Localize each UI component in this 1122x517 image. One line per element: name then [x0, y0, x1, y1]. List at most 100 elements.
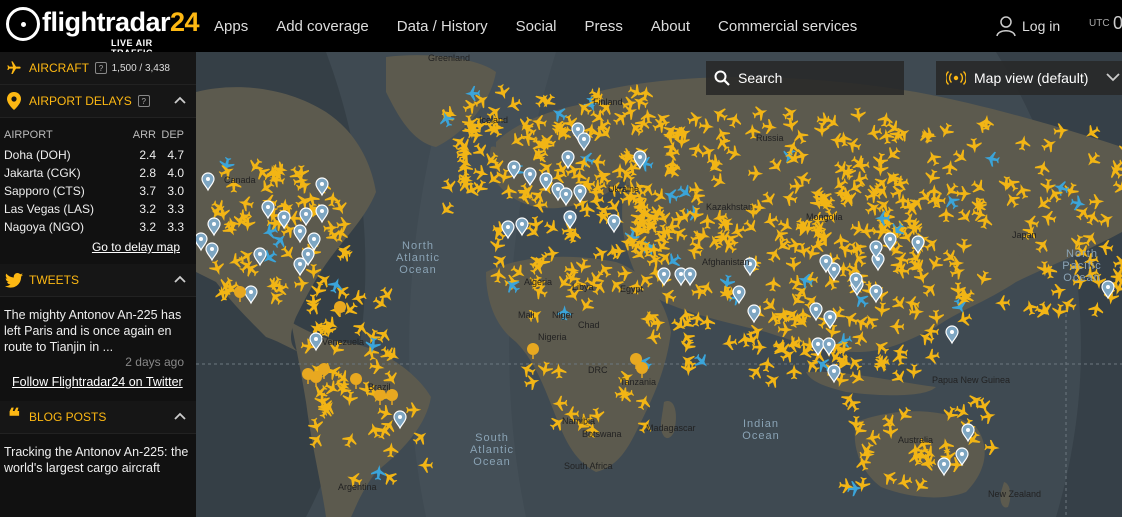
logo-number: 24	[170, 7, 200, 37]
map-label-brazil: Brazil	[368, 382, 391, 392]
nav-social[interactable]: Social	[502, 18, 571, 35]
radar-logo-icon	[6, 7, 40, 41]
aircraft-section-header[interactable]: AIRCRAFT ? 1,500 / 3,438	[0, 52, 196, 85]
col-arr: ARR	[132, 129, 156, 141]
login-button[interactable]: Log in	[996, 0, 1060, 52]
ocean-label-south-atlantic: South Atlantic Ocean	[469, 432, 515, 468]
ocean-label-indian: Indian Ocean	[742, 418, 780, 442]
utc-label: UTC	[1089, 18, 1110, 29]
login-label: Log in	[1022, 18, 1061, 34]
nav-apps[interactable]: Apps	[200, 18, 262, 35]
dep-value: 3.3	[167, 220, 184, 234]
map-label-namibia: Namibia	[562, 416, 596, 426]
flightradar24-logo[interactable]: flightradar24 LIVE AIR TRAFFIC	[6, 5, 200, 58]
map-label-libya: Libya	[572, 282, 594, 292]
blog-post-text[interactable]: Tracking the Antonov An-225: the world's…	[0, 434, 196, 476]
map-label-mongolia: Mongolia	[806, 212, 843, 222]
map-label-iceland: Iceland	[479, 115, 509, 125]
arr-value: 3.7	[139, 184, 156, 198]
map-label-japan: Japan	[1012, 230, 1037, 240]
dep-value: 3.3	[167, 202, 184, 216]
map-label-algeria: Algeria	[524, 277, 553, 287]
help-icon[interactable]: ?	[137, 95, 150, 107]
quote-icon: ❝	[8, 404, 20, 429]
map-label-australia: Australia	[898, 435, 934, 445]
tweet-text[interactable]: The mighty Antonov An-225 has left Paris…	[0, 297, 196, 355]
blog-posts-header[interactable]: ❝ BLOG POSTS	[0, 401, 196, 434]
nav-press[interactable]: Press	[571, 18, 637, 35]
map-label-greenland: Greenland	[428, 53, 471, 63]
search-placeholder: Search	[738, 70, 783, 86]
search-icon	[714, 70, 730, 86]
map-label-niger: Niger	[552, 310, 574, 320]
map-label-new-zealand: New Zealand	[988, 489, 1042, 499]
top-navigation-bar: flightradar24 LIVE AIR TRAFFIC Apps Add …	[0, 0, 1122, 58]
table-row[interactable]: Nagoya (NGO) 3.2 3.3	[4, 218, 192, 236]
table-row[interactable]: Jakarta (CGK) 2.8 4.0	[4, 164, 192, 182]
table-row[interactable]: Doha (DOH) 2.4 4.7	[4, 146, 192, 164]
utc-clock: 0	[1113, 13, 1122, 33]
aircraft-count: 1,500 / 3,438	[111, 62, 170, 74]
tweets-title: TWEETS	[29, 273, 79, 287]
nav-commercial-services[interactable]: Commercial services	[704, 18, 871, 35]
dep-value: 4.7	[167, 148, 184, 162]
aircraft-title: AIRCRAFT	[29, 61, 89, 75]
table-row[interactable]: Sapporo (CTS) 3.7 3.0	[4, 182, 192, 200]
chevron-down-icon	[1106, 73, 1120, 82]
arr-value: 2.4	[139, 148, 156, 162]
chevron-up-icon[interactable]	[174, 96, 186, 104]
airport-name: Doha (DOH)	[4, 148, 71, 162]
tweet-timestamp: 2 days ago	[125, 355, 184, 369]
ocean-label-north-pacific: North Pacific Ocean	[1062, 248, 1102, 284]
airport-delays-header[interactable]: AIRPORT DELAYS ?	[0, 85, 196, 118]
map-label-botswana: Botswana	[582, 429, 622, 439]
arr-value: 3.2	[139, 220, 156, 234]
world-map	[196, 52, 1122, 517]
nav-data-history[interactable]: Data / History	[383, 18, 502, 35]
follow-twitter-link[interactable]: Follow Flightradar24 on Twitter	[0, 375, 196, 389]
map-label-madagascar: Madagascar	[646, 423, 696, 433]
map-label-papua-new-guinea: Papua New Guinea	[932, 375, 1011, 385]
map-label-argentina: Argentina	[338, 482, 377, 492]
search-box[interactable]: Search	[706, 61, 904, 95]
help-icon[interactable]: ?	[95, 62, 107, 74]
user-icon	[996, 16, 1016, 37]
map-pin-icon	[4, 92, 24, 110]
map-label-chad: Chad	[578, 320, 600, 330]
twitter-bird-icon	[4, 272, 24, 288]
airport-delays-title: AIRPORT DELAYS	[29, 94, 132, 108]
map-label-ukraine: Ukraine	[608, 184, 640, 194]
map-label-russia: Russia	[756, 133, 784, 143]
plane-icon	[4, 60, 24, 76]
map-label-afghanistan: Afghanistan	[702, 257, 750, 267]
flight-map[interactable]: Greenland Iceland Finland Russia Canada …	[196, 52, 1122, 517]
map-label-nigeria: Nigeria	[538, 332, 567, 342]
delay-map-link[interactable]: Go to delay map	[4, 240, 192, 254]
ocean-label-north-atlantic: North Atlantic Ocean	[395, 240, 441, 276]
delay-table-header: AIRPORT ARR DEP	[4, 124, 192, 146]
map-view-dropdown[interactable]: Map view (default)	[936, 61, 1122, 95]
nav-add-coverage[interactable]: Add coverage	[262, 18, 383, 35]
dep-value: 3.0	[167, 184, 184, 198]
delay-table: AIRPORT ARR DEP Doha (DOH) 2.4 4.7 Jakarta…	[0, 118, 196, 254]
col-dep: DEP	[161, 129, 184, 141]
chevron-up-icon[interactable]	[174, 275, 186, 283]
map-label-tanzania: Tanzania	[620, 377, 657, 387]
arr-value: 3.2	[139, 202, 156, 216]
map-label-kazakhstan: Kazakhstan	[706, 202, 754, 212]
main-nav: Apps Add coverage Data / History Social …	[200, 0, 871, 52]
map-label-finland: Finland	[593, 97, 623, 107]
blog-posts-title: BLOG POSTS	[29, 410, 107, 424]
sidebar: AIRCRAFT ? 1,500 / 3,438 AIRPORT DELAYS …	[0, 52, 196, 517]
radar-icon	[946, 71, 966, 85]
map-label-drc: DRC	[588, 365, 608, 375]
tweets-header[interactable]: TWEETS	[0, 264, 196, 297]
map-label-mali: Mali	[518, 310, 535, 320]
dep-value: 4.0	[167, 166, 184, 180]
airport-name: Las Vegas (LAS)	[4, 202, 95, 216]
map-label-canada: Canada	[224, 175, 256, 185]
nav-about[interactable]: About	[637, 18, 704, 35]
chevron-up-icon[interactable]	[174, 412, 186, 420]
map-label-venezuela: Venezuela	[322, 337, 365, 347]
table-row[interactable]: Las Vegas (LAS) 3.2 3.3	[4, 200, 192, 218]
